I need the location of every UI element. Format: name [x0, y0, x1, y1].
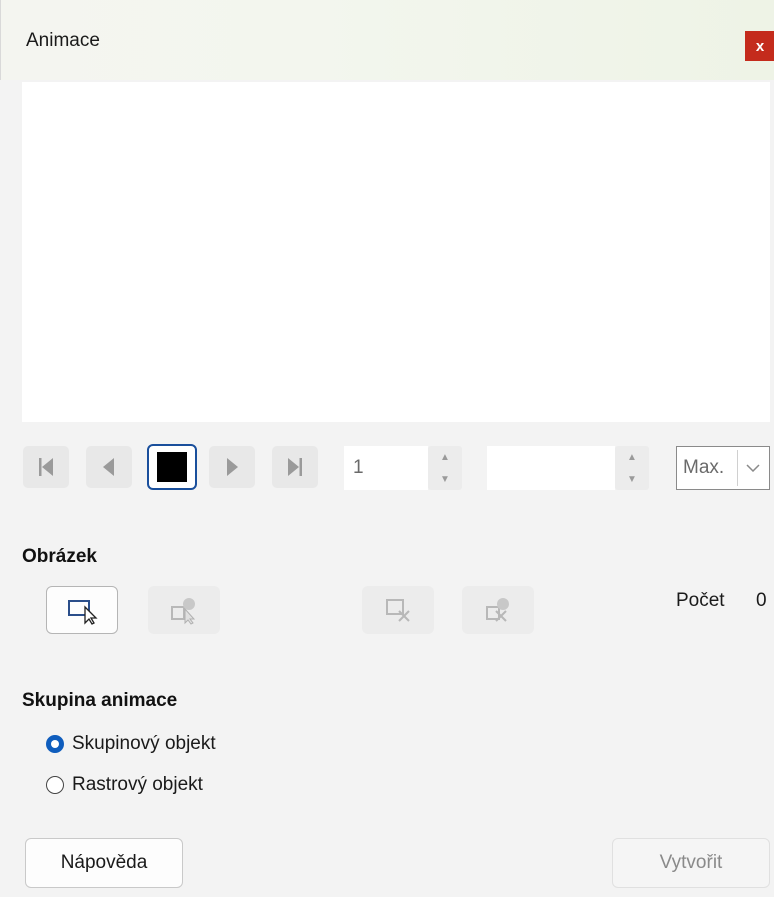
duration-spinner[interactable]: ▲ ▼ — [615, 446, 649, 490]
spin-up-icon[interactable]: ▲ — [428, 446, 462, 468]
delete-current-image-icon — [386, 599, 410, 622]
loop-count-value: Max. — [683, 457, 725, 478]
skip-to-last-icon — [288, 458, 302, 476]
play-forward-icon — [227, 458, 238, 476]
spin-up-icon[interactable]: ▲ — [615, 446, 649, 468]
image-number-field[interactable]: 1 — [344, 446, 428, 490]
bitmap-object-radio[interactable]: Rastrový objekt — [46, 774, 203, 796]
stop-icon — [157, 452, 187, 482]
duration-field[interactable] — [487, 446, 615, 490]
image-number-value: 1 — [353, 457, 364, 478]
image-count-value: 0 — [756, 590, 767, 611]
animation-preview — [22, 82, 770, 422]
create-button[interactable]: Vytvořit — [612, 838, 770, 888]
backwards-button[interactable] — [86, 446, 132, 488]
bitmap-object-label: Rastrový objekt — [72, 774, 203, 795]
radio-unchecked-icon[interactable] — [46, 776, 64, 794]
help-button[interactable]: Nápověda — [25, 838, 183, 888]
apply-objects-individually-button[interactable] — [148, 586, 220, 634]
delete-current-image-button[interactable] — [362, 586, 434, 634]
apply-objects-individually-icon — [171, 598, 196, 625]
close-button[interactable]: x — [745, 31, 774, 61]
apply-object-button[interactable] — [46, 586, 118, 634]
play-button[interactable] — [209, 446, 255, 488]
stop-button[interactable] — [147, 444, 197, 490]
loop-count-dropdown[interactable]: Max. — [676, 446, 770, 490]
apply-object-icon — [68, 600, 98, 625]
skip-to-first-icon — [39, 458, 53, 476]
close-icon: x — [755, 37, 765, 55]
delete-all-images-button[interactable] — [462, 586, 534, 634]
spin-down-icon[interactable]: ▼ — [615, 468, 649, 490]
animation-group-heading: Skupina animace — [22, 690, 178, 711]
group-object-label: Skupinový objekt — [72, 733, 216, 754]
title-bar: Animace x — [0, 0, 774, 80]
window-title: Animace — [26, 30, 100, 51]
image-count-label: Počet — [676, 590, 725, 611]
group-object-radio[interactable]: Skupinový objekt — [46, 733, 216, 755]
play-backward-icon — [103, 458, 114, 476]
first-image-button[interactable] — [23, 446, 69, 488]
last-image-button[interactable] — [272, 446, 318, 488]
image-number-spinner[interactable]: ▲ ▼ — [428, 446, 462, 490]
image-section-heading: Obrázek — [22, 546, 97, 567]
chevron-down-icon[interactable] — [737, 450, 768, 486]
spin-down-icon[interactable]: ▼ — [428, 468, 462, 490]
delete-all-images-icon — [486, 598, 509, 622]
radio-checked-icon[interactable] — [46, 735, 64, 753]
